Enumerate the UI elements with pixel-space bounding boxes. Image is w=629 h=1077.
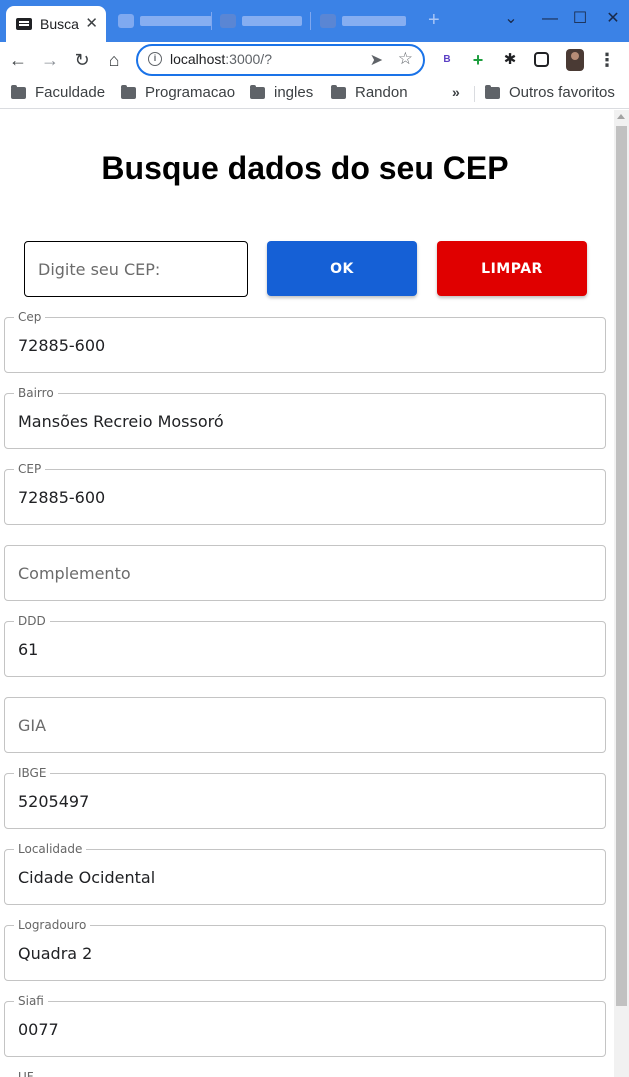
plus-extension-icon[interactable]: + <box>469 51 487 69</box>
field-logradouro[interactable]: Logradouro Quadra 2 <box>4 918 606 981</box>
field-value: 72885-600 <box>18 488 106 507</box>
scroll-up-arrow-icon[interactable] <box>617 114 625 119</box>
tab-blurred-2[interactable] <box>220 13 302 29</box>
scroll-thumb[interactable] <box>616 126 627 1006</box>
field-cep[interactable]: Cep 72885-600 <box>4 310 606 373</box>
field-bairro[interactable]: Bairro Mansões Recreio Mossoró <box>4 386 606 449</box>
field-value: 61 <box>18 640 39 659</box>
more-bookmarks-icon[interactable]: » <box>452 84 460 100</box>
field-label: CEP <box>14 462 46 476</box>
field-value: 5205497 <box>18 792 90 811</box>
tab-favicon-icon <box>320 14 336 28</box>
forward-icon[interactable]: → <box>38 48 62 72</box>
menu-kebab-icon[interactable]: ⋮ <box>595 48 619 72</box>
extensions-puzzle-icon[interactable]: ✱ <box>501 51 519 69</box>
bookmark-other-favorites[interactable]: Outros favoritos <box>485 84 615 101</box>
field-value: Mansões Recreio Mossoró <box>18 412 224 431</box>
field-localidade[interactable]: Localidade Cidade Ocidental <box>4 842 606 905</box>
field-ibge[interactable]: IBGE 5205497 <box>4 766 606 829</box>
field-siafi[interactable]: Siafi 0077 <box>4 994 606 1057</box>
close-tab-icon[interactable]: ✕ <box>85 16 98 32</box>
address-bar[interactable]: i localhost:3000/? ➤ ☆ <box>136 44 425 76</box>
bookmark-ingles[interactable]: ingles <box>250 84 313 101</box>
field-label: Bairro <box>14 386 58 400</box>
field-placeholder: GIA <box>18 716 47 735</box>
back-icon[interactable]: ← <box>6 48 30 72</box>
tab-active[interactable]: Busca ✕ <box>6 6 106 42</box>
page-title: Busque dados do seu CEP <box>101 150 509 186</box>
field-cep-2[interactable]: CEP 72885-600 <box>4 462 606 525</box>
field-label: Localidade <box>14 842 87 856</box>
tab-strip: Busca ✕ + ⌄ — ☐ ✕ <box>0 0 629 42</box>
bookmark-faculdade[interactable]: Faculdade <box>11 84 105 101</box>
field-label: Cep <box>14 310 46 324</box>
site-info-icon[interactable]: i <box>148 52 162 66</box>
tab-blurred-3[interactable] <box>320 13 406 29</box>
field-label: Logradouro <box>14 918 91 932</box>
url-text[interactable]: localhost:3000/? <box>170 51 272 67</box>
field-ddd[interactable]: DDD 61 <box>4 614 606 677</box>
home-icon[interactable]: ⌂ <box>102 48 126 72</box>
tab-title: Busca <box>40 16 79 32</box>
minimize-icon[interactable]: — <box>538 8 562 30</box>
cep-search-input[interactable] <box>24 241 248 297</box>
scrollbar[interactable] <box>614 110 629 1077</box>
keyboard-icon <box>16 18 32 30</box>
bookmark-star-icon[interactable]: ☆ <box>398 49 413 69</box>
bookmarks-bar: Faculdade Programacao ingles Randon » Ou… <box>0 79 629 109</box>
field-placeholder: Complemento <box>18 564 131 583</box>
field-value: 72885-600 <box>18 336 106 355</box>
field-label: IBGE <box>14 766 51 780</box>
bootstrap-extension-icon[interactable]: B <box>438 51 456 69</box>
field-label: DDD <box>14 614 50 628</box>
bookmark-programacao[interactable]: Programacao <box>121 84 235 101</box>
field-value: Cidade Ocidental <box>18 868 156 887</box>
folder-icon <box>121 84 136 99</box>
folder-icon <box>11 84 26 99</box>
reload-icon[interactable]: ↻ <box>70 48 94 72</box>
close-window-icon[interactable]: ✕ <box>601 8 625 30</box>
field-value: Quadra 2 <box>18 944 93 963</box>
tab-search-icon[interactable]: ⌄ <box>499 8 523 30</box>
field-complemento[interactable]: Complemento <box>4 545 606 601</box>
github-icon <box>220 14 236 28</box>
page-viewport: Busque dados do seu CEP OK LIMPAR Cep 72… <box>0 110 629 1077</box>
tab-favicon-icon <box>118 14 134 28</box>
new-tab-icon[interactable]: + <box>428 10 440 30</box>
folder-icon <box>250 84 265 99</box>
tab-blurred-1[interactable] <box>118 13 212 29</box>
field-gia[interactable]: GIA <box>4 697 606 753</box>
reading-list-icon[interactable] <box>534 52 549 67</box>
profile-avatar[interactable] <box>566 49 584 71</box>
folder-icon <box>331 84 346 99</box>
ok-button[interactable]: OK <box>267 241 417 296</box>
send-icon[interactable]: ➤ <box>370 50 383 70</box>
field-label-uf: UF <box>18 1070 34 1077</box>
browser-toolbar: ← → ↻ ⌂ i localhost:3000/? ➤ ☆ B + ✱ ⋮ <box>0 42 629 79</box>
clear-button[interactable]: LIMPAR <box>437 241 587 296</box>
field-value: 0077 <box>18 1020 59 1039</box>
maximize-icon[interactable]: ☐ <box>568 8 592 30</box>
bookmark-randon[interactable]: Randon <box>331 84 408 101</box>
folder-icon <box>485 84 500 99</box>
field-label: Siafi <box>14 994 48 1008</box>
